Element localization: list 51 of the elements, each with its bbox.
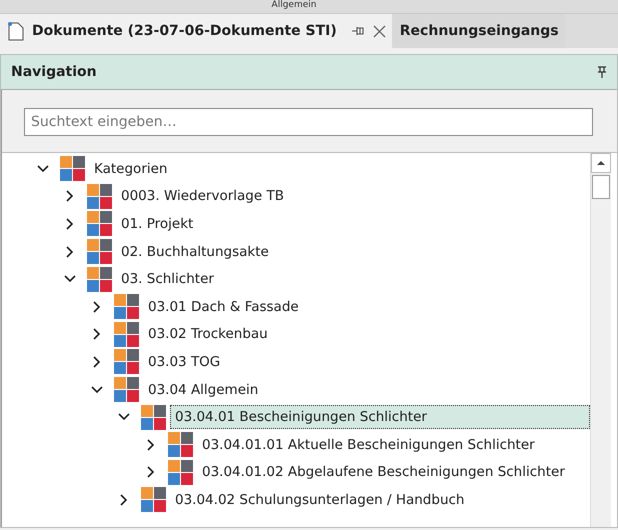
category-icon bbox=[114, 322, 139, 347]
category-icon bbox=[141, 404, 166, 430]
category-icon bbox=[87, 266, 112, 292]
tree-item[interactable]: 03. Schlichter bbox=[116, 267, 219, 292]
chevron-right-icon[interactable] bbox=[147, 466, 155, 478]
chevron-right-icon[interactable] bbox=[66, 218, 74, 230]
category-icon bbox=[114, 377, 139, 402]
search-field[interactable]: Suchtext eingeben… bbox=[24, 108, 593, 136]
category-icon bbox=[168, 460, 193, 485]
tree-item[interactable]: 02. Buchhaltungsakte bbox=[116, 240, 274, 264]
chevron-right-icon[interactable] bbox=[93, 300, 101, 313]
category-icon bbox=[87, 239, 112, 264]
chevron-down-icon[interactable] bbox=[118, 413, 130, 422]
scroll-up-icon[interactable] bbox=[591, 153, 611, 173]
chevron-right-icon[interactable] bbox=[66, 190, 74, 202]
chevron-down-icon[interactable] bbox=[91, 386, 103, 394]
ribbon-group-label: Allgemein bbox=[272, 0, 316, 12]
tree-item[interactable]: 03.04.01.02 Abgelaufene Bescheinigungen Schlichter bbox=[197, 460, 570, 484]
chevron-right-icon[interactable] bbox=[120, 494, 128, 506]
pin-icon[interactable] bbox=[350, 26, 365, 36]
tree-item[interactable]: 01. Projekt bbox=[116, 212, 198, 236]
panel-title: Navigation bbox=[11, 64, 97, 80]
chevron-right-icon[interactable] bbox=[147, 438, 155, 451]
document-icon bbox=[8, 22, 24, 40]
chevron-down-icon[interactable] bbox=[37, 164, 49, 173]
chevron-right-icon[interactable] bbox=[93, 328, 101, 340]
tree-item[interactable]: 03.04.01 Bescheinigungen Schlichter bbox=[170, 405, 590, 430]
document-tab[interactable]: Rechnungseingangs bbox=[392, 14, 565, 48]
tree-item[interactable]: 0003. Wiedervorlage TB bbox=[116, 184, 289, 208]
document-tab[interactable]: Dokumente (23-07-06-Dokumente STI) bbox=[0, 14, 392, 48]
tree-item[interactable]: 03.03 TOG bbox=[143, 350, 226, 374]
category-icon bbox=[87, 184, 112, 209]
tree-item[interactable]: 03.04 Allgemein bbox=[143, 378, 264, 402]
chevron-right-icon[interactable] bbox=[66, 246, 74, 258]
scroll-thumb[interactable] bbox=[592, 175, 610, 199]
scrollbar[interactable] bbox=[590, 153, 611, 527]
tree-item[interactable]: 03.04.01.01 Aktuelle Bescheinigungen Schlichter bbox=[197, 432, 540, 457]
pin-icon[interactable] bbox=[597, 66, 607, 78]
tree-item[interactable]: 03.01 Dach & Fassade bbox=[143, 294, 304, 319]
close-icon[interactable] bbox=[372, 24, 386, 38]
chevron-right-icon[interactable] bbox=[93, 356, 101, 368]
category-icon bbox=[114, 349, 139, 374]
category-icon bbox=[141, 487, 166, 512]
category-icon bbox=[114, 294, 139, 320]
tree-item[interactable]: Kategorien bbox=[89, 156, 172, 181]
category-icon bbox=[87, 211, 112, 236]
category-icon bbox=[168, 432, 193, 458]
tree-item[interactable]: 03.04.02 Schulungsunterlagen / Handbuch bbox=[170, 488, 470, 512]
chevron-down-icon[interactable] bbox=[64, 275, 76, 284]
category-icon bbox=[60, 156, 85, 182]
tree-item[interactable]: 03.02 Trockenbau bbox=[143, 322, 273, 346]
